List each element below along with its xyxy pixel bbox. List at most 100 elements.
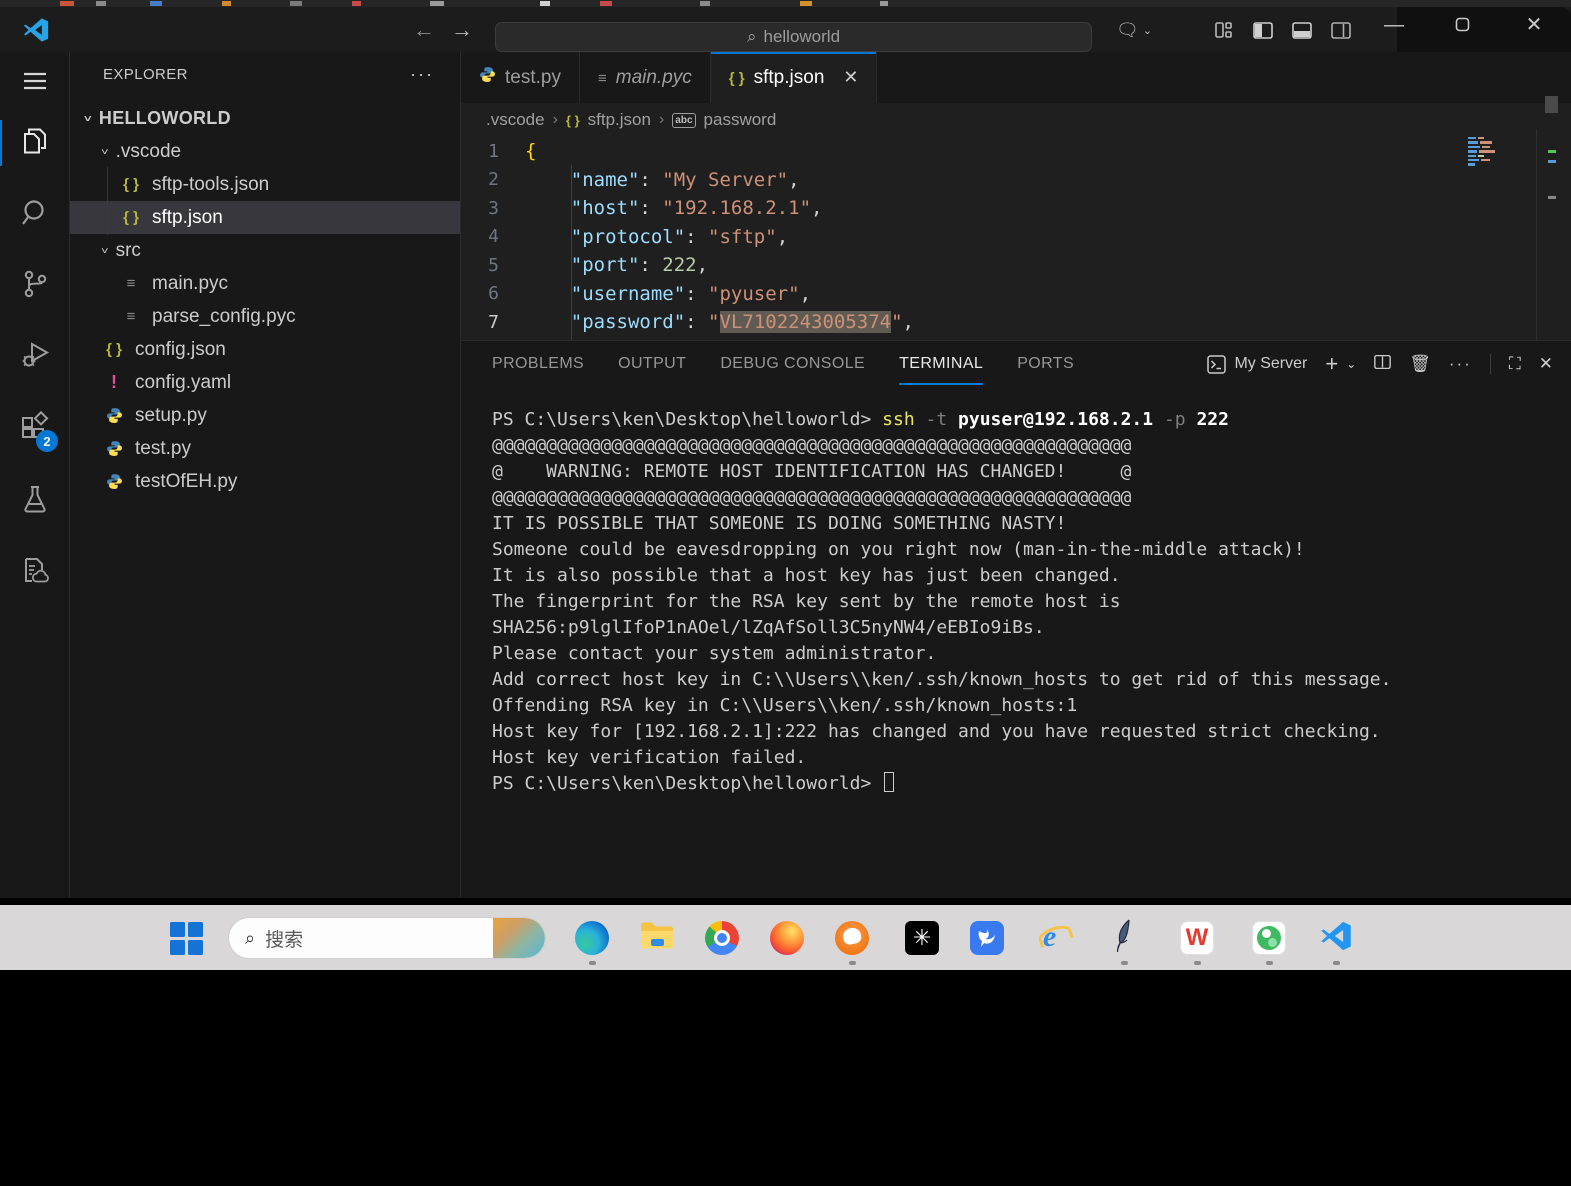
activity-item-run-debug[interactable] [0, 326, 70, 388]
maximize-icon[interactable] [1450, 14, 1474, 34]
taskbar-app-orange-browser[interactable] [833, 919, 871, 957]
taskbar-app-xunlei[interactable] [968, 919, 1006, 957]
taskbar-app-chrome[interactable] [703, 919, 741, 957]
copilot-icon[interactable]: 🗨⌄ [1112, 19, 1156, 41]
breadcrumb-item[interactable]: password [704, 110, 777, 130]
weather-widget[interactable] [493, 918, 545, 958]
activity-item-extensions[interactable]: 2 [0, 396, 70, 458]
terminal-icon [1207, 355, 1226, 374]
tab-test-py[interactable]: test.py [461, 52, 580, 103]
terminal-profile[interactable]: My Server [1207, 355, 1307, 374]
running-indicator-dot [589, 961, 596, 965]
search-icon: ⌕ [747, 27, 757, 47]
taskbar-app-green-app[interactable] [1250, 919, 1288, 957]
panel-tab-terminal[interactable]: TERMINAL [899, 355, 983, 373]
vscode-icon [1319, 919, 1353, 958]
tree-item-parse-config-pyc[interactable]: ≡parse_config.pyc [70, 300, 460, 333]
profile-dropdown-icon[interactable]: ⌄ [1346, 357, 1356, 371]
chevron-down-icon: ˅ [101, 245, 109, 257]
minimap[interactable] [1468, 137, 1512, 171]
minimize-icon[interactable]: — [1382, 16, 1406, 34]
taskbar-app-wps-office[interactable]: W [1178, 919, 1216, 957]
toggle-primary-sidebar-icon[interactable] [1251, 21, 1275, 39]
breadcrumb-separator: › [659, 111, 664, 129]
activity-item-remote-explorer[interactable] [0, 541, 70, 603]
taskbar-app-edge[interactable] [573, 919, 611, 957]
terminal-profile-label: My Server [1234, 355, 1307, 373]
panel-tab-debug-console[interactable]: DEBUG CONSOLE [720, 355, 865, 373]
taskbar-app-chatgpt[interactable]: ✳ [903, 919, 941, 957]
file-tree: ˅HELLOWORLD˅.vscode{ }sftp-tools.json{ }… [70, 102, 460, 498]
nav-forward-icon[interactable]: → [448, 19, 476, 41]
maximize-panel-icon[interactable]: ⛶ [1509, 354, 1521, 374]
activity-item-explorer[interactable] [0, 112, 70, 174]
tree-item-src[interactable]: ˅src [70, 234, 460, 267]
hamburger-icon [22, 71, 48, 96]
chevron-down-icon: ˅ [84, 113, 92, 125]
tree-item-config-json[interactable]: { }config.json [70, 333, 460, 366]
activity-item-search[interactable] [0, 184, 70, 246]
terminal-line: @@@@@@@@@@@@@@@@@@@@@@@@@@@@@@@@@@@@@@@@… [492, 433, 1552, 459]
beaker-icon [21, 484, 49, 519]
taskbar-app-vscode[interactable] [1317, 919, 1355, 957]
taskbar-app-internet-explorer[interactable]: e [1036, 919, 1074, 957]
extensions-badge: 2 [36, 430, 58, 452]
activity-item-menu[interactable] [0, 52, 70, 114]
panel-more-icon[interactable]: ··· [1449, 354, 1472, 374]
close-panel-icon[interactable]: ✕ [1539, 354, 1553, 374]
tab-label: sftp.json [754, 67, 825, 89]
panel-tab-ports[interactable]: PORTS [1017, 355, 1074, 373]
terminal-line: @@@@@@@@@@@@@@@@@@@@@@@@@@@@@@@@@@@@@@@@… [492, 485, 1552, 511]
running-indicator-dot [1121, 961, 1128, 965]
activity-item-source-control[interactable] [0, 255, 70, 317]
taskbar-app-firefox[interactable] [768, 919, 806, 957]
breadcrumb-item[interactable]: .vscode [486, 110, 545, 130]
tree-item-helloworld[interactable]: ˅HELLOWORLD [70, 102, 460, 135]
terminal-output[interactable]: PS C:\Users\ken\Desktop\helloworld> ssh … [492, 407, 1552, 797]
tree-item-testofeh-py[interactable]: testOfEH.py [70, 465, 460, 498]
json-file-icon: { } [729, 67, 745, 89]
taskbar-app-feather-app[interactable] [1105, 919, 1143, 957]
taskbar-app-file-explorer[interactable] [638, 919, 676, 957]
code-line-6: 6 "username": "pyuser", [461, 280, 1571, 309]
taskbar-search[interactable]: ⌕ 搜索 [228, 917, 546, 959]
tree-item-config-yaml[interactable]: !config.yaml [70, 366, 460, 399]
new-terminal-icon[interactable]: + [1325, 351, 1338, 377]
customize-layout-icon[interactable] [1213, 21, 1235, 39]
panel-tab-output[interactable]: OUTPUT [618, 355, 686, 373]
python-file-icon [101, 407, 127, 424]
tree-item--vscode[interactable]: ˅.vscode [70, 135, 460, 168]
feather-app-icon [1115, 919, 1133, 958]
toggle-panel-icon[interactable] [1290, 21, 1314, 39]
tree-item-label: config.json [135, 339, 226, 361]
scrollbar-thumb[interactable] [1545, 96, 1558, 113]
close-tab-icon[interactable]: ✕ [843, 67, 858, 88]
tree-item-sftp-json[interactable]: { }sftp.json [70, 201, 460, 234]
breadcrumb[interactable]: .vscode›{ }sftp.json›abcpassword [461, 103, 1571, 137]
command-center-search[interactable]: ⌕ helloworld [495, 22, 1092, 52]
tab-label: main.pyc [616, 67, 692, 89]
close-window-icon[interactable]: ✕ [1521, 14, 1547, 34]
git-branch-icon [21, 269, 49, 304]
split-terminal-icon[interactable] [1374, 354, 1391, 375]
kill-terminal-icon[interactable]: 🗑 [1409, 354, 1431, 374]
running-indicator-dot [1333, 961, 1340, 965]
tree-item-test-py[interactable]: test.py [70, 432, 460, 465]
nav-back-icon[interactable]: ← [410, 19, 438, 41]
code-editor[interactable]: 1{2 "name": "My Server",3 "host": "192.1… [461, 137, 1571, 340]
tab-sftp-json[interactable]: { } sftp.json ✕ [711, 52, 878, 103]
start-button[interactable] [168, 920, 204, 956]
breadcrumb-item[interactable]: sftp.json [588, 110, 651, 130]
activity-item-testing[interactable] [0, 470, 70, 532]
panel-tab-problems[interactable]: PROBLEMS [492, 355, 584, 373]
tree-item-main-pyc[interactable]: ≡main.pyc [70, 267, 460, 300]
tab-main-pyc[interactable]: ≡main.pyc [580, 52, 711, 103]
breadcrumb-separator: › [553, 111, 558, 129]
titlebar: ← → ⌕ helloworld 🗨⌄ [0, 7, 1571, 52]
sidebar-more-icon[interactable]: ··· [410, 64, 434, 85]
toggle-secondary-sidebar-icon[interactable] [1329, 21, 1353, 39]
tree-item-sftp-tools-json[interactable]: { }sftp-tools.json [70, 168, 460, 201]
tree-item-setup-py[interactable]: setup.py [70, 399, 460, 432]
running-indicator-dot [1266, 961, 1273, 965]
line-number: 7 [461, 312, 525, 333]
